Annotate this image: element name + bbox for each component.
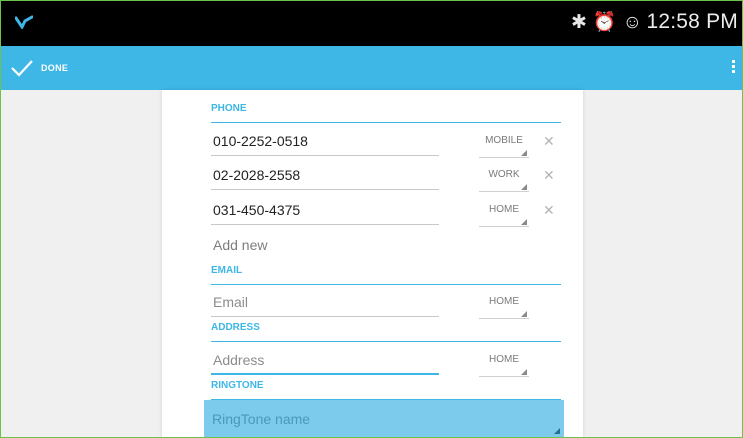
done-label: DONE [41, 63, 69, 73]
ringtone-selector[interactable]: RingTone name [204, 400, 564, 437]
status-bar: ✱ ⏰ ☺ 12:58 PM [1, 1, 742, 46]
status-icons: ✱ ⏰ ☺ [571, 12, 642, 34]
app-logo-icon [15, 15, 33, 29]
dropdown-corner-icon [521, 311, 527, 317]
checkmark-icon [11, 60, 33, 77]
remove-phone-icon[interactable]: ✕ [543, 133, 555, 150]
phone-type-label: HOME [489, 204, 519, 215]
phone-type-label: MOBILE [485, 135, 523, 146]
field-underline-active [211, 373, 439, 375]
ringtone-section-header: RINGTONE [211, 377, 561, 400]
phone-number-field[interactable]: 031-450-4375 [213, 202, 300, 218]
field-underline [211, 224, 439, 225]
status-clock: 12:58 PM [646, 10, 738, 33]
editor-content: PHONE 010-2252-0518 MOBILE ✕ 02-2028-255… [1, 90, 742, 437]
address-row: Address HOME [211, 344, 561, 378]
google-account-icon: ☺ [622, 12, 642, 33]
dropdown-corner-icon [554, 428, 560, 434]
remove-phone-icon[interactable]: ✕ [543, 167, 555, 184]
alarm-icon: ⏰ [592, 12, 617, 33]
phone-number-field[interactable]: 02-2028-2558 [213, 167, 300, 183]
email-section-header: EMAIL [211, 262, 561, 285]
contact-edit-card: PHONE 010-2252-0518 MOBILE ✕ 02-2028-255… [162, 90, 583, 437]
phone-number-field[interactable]: 010-2252-0518 [213, 133, 308, 149]
address-field[interactable]: Address [213, 352, 264, 368]
phone-type-selector[interactable]: WORK [479, 169, 529, 192]
field-underline [211, 155, 439, 156]
screen: ✱ ⏰ ☺ 12:58 PM DONE PHONE 010-2252-0518 … [0, 0, 743, 438]
email-type-label: HOME [489, 296, 519, 307]
field-underline [211, 189, 439, 190]
field-underline [211, 316, 439, 317]
phone-row-2: 02-2028-2558 WORK ✕ [211, 159, 561, 193]
dropdown-corner-icon [521, 184, 527, 190]
phone-type-selector[interactable]: HOME [479, 204, 529, 227]
address-section-header: ADDRESS [211, 319, 561, 342]
phone-type-selector[interactable]: MOBILE [479, 135, 529, 158]
email-field[interactable]: Email [213, 294, 248, 310]
dropdown-corner-icon [521, 369, 527, 375]
email-type-selector[interactable]: HOME [479, 296, 529, 319]
phone-row-3: 031-450-4375 HOME ✕ [211, 194, 561, 228]
action-bar: DONE [1, 46, 742, 90]
ringtone-name-field: RingTone name [212, 411, 311, 427]
address-type-selector[interactable]: HOME [479, 354, 529, 377]
add-new-phone-button[interactable]: Add new [213, 237, 267, 253]
dropdown-corner-icon [521, 219, 527, 225]
phone-row-1: 010-2252-0518 MOBILE ✕ [211, 125, 561, 159]
bluetooth-icon: ✱ [571, 12, 587, 33]
remove-phone-icon[interactable]: ✕ [543, 202, 555, 219]
phone-type-label: WORK [488, 169, 520, 180]
overflow-menu-icon[interactable] [728, 58, 738, 78]
done-button[interactable]: DONE [9, 54, 68, 82]
email-row: Email HOME [211, 286, 561, 320]
dropdown-corner-icon [521, 150, 527, 156]
phone-section-header: PHONE [211, 100, 561, 123]
address-type-label: HOME [489, 354, 519, 365]
